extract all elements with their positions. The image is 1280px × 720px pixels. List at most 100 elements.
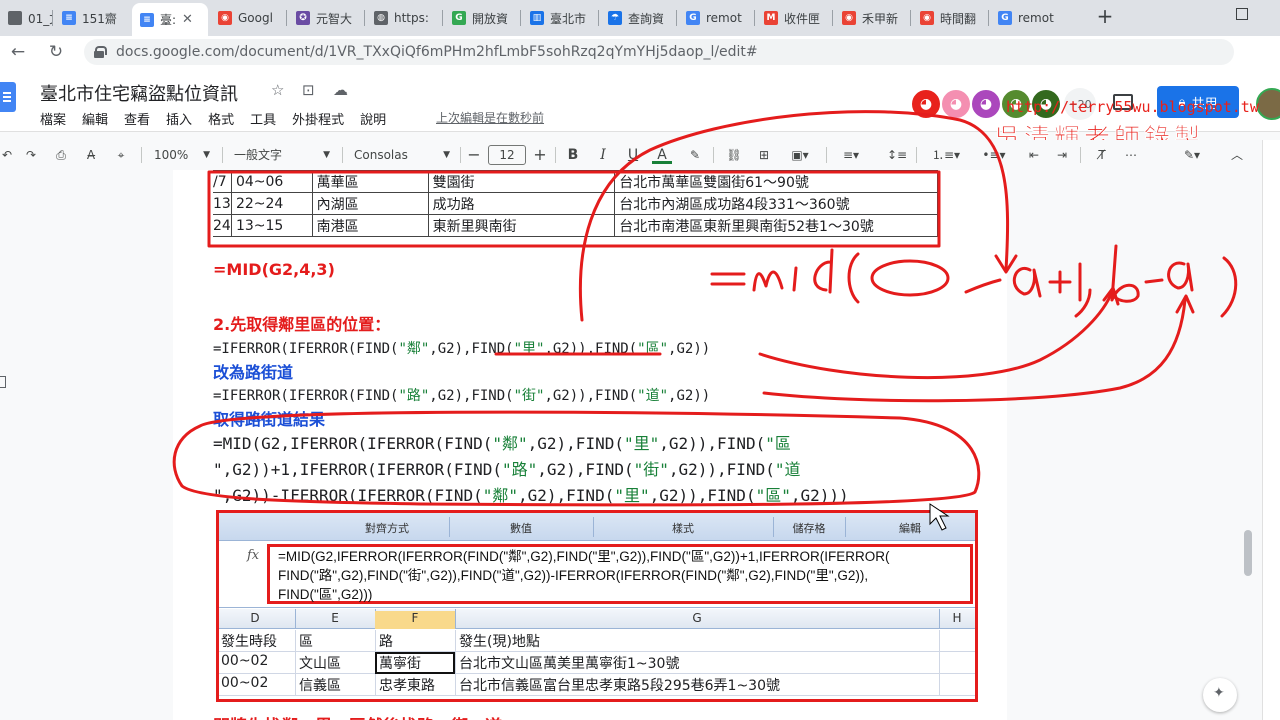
document-title[interactable]: 臺北市住宅竊盜點位資訊 [40, 80, 238, 106]
menu-item[interactable]: 外掛程式 [292, 109, 344, 128]
paragraph-style-select[interactable]: 一般文字 ▼ [230, 144, 334, 166]
browser-tab[interactable]: ◍ https: [366, 4, 442, 32]
tab-label: 禾甲新 [862, 11, 899, 26]
browser-tab[interactable]: 01_文 [0, 4, 52, 32]
align-left-icon[interactable]: ≡▾ [836, 144, 866, 166]
insert-image-icon[interactable]: ▣▾ [784, 144, 816, 166]
move-folder-icon[interactable]: ⊡ [302, 81, 315, 99]
lock-icon [94, 46, 107, 58]
browser-tab[interactable]: Gremot [678, 4, 754, 32]
menu-item[interactable]: 插入 [166, 109, 192, 128]
italic-icon[interactable]: I [594, 144, 612, 166]
ribbon-group-styles: 樣式 [672, 522, 694, 535]
document-page[interactable]: /7 04~06 萬華區 雙園街 台北市萬華區雙園街61～90號 13 22~24 內湖區 成功… [173, 170, 1007, 720]
back-arrow-icon[interactable]: ← [6, 40, 30, 64]
add-comment-icon[interactable]: ⊞ [754, 144, 774, 166]
column-header-h: H [952, 611, 962, 625]
formula-example: =MID(G2,4,3) [213, 260, 335, 279]
insert-link-icon[interactable]: ⛓ [724, 144, 744, 166]
numbered-list-icon[interactable]: ⒈≡▾ [928, 144, 964, 166]
table-row: /7 04~06 萬華區 雙園街 台北市萬華區雙園街61～90號 [213, 170, 938, 193]
menu-item[interactable]: 說明 [360, 109, 386, 128]
tab-favicon-icon: G [686, 11, 700, 25]
chevron-up-icon[interactable]: ︿ [1228, 144, 1246, 166]
cloud-status-icon[interactable]: ☁ [333, 81, 348, 99]
browser-tab[interactable]: ≡ 151齋 [54, 4, 130, 32]
browser-tab[interactable]: ◉ Googl [210, 4, 286, 32]
outline-icon[interactable] [0, 376, 6, 388]
table-cell: 南港區 [311, 214, 429, 237]
menu-item[interactable]: 檔案 [40, 109, 66, 128]
omnibox[interactable]: docs.google.com/document/d/1VR_TXxQiQf6m… [84, 39, 1234, 65]
cell-selection [375, 652, 455, 674]
bold-icon[interactable]: B [564, 144, 582, 166]
menu-item[interactable]: 查看 [124, 109, 150, 128]
address-bar-row: ← ↻ docs.google.com/document/d/1VR_TXxQi… [0, 36, 1280, 68]
url-text: docs.google.com/document/d/1VR_TXxQiQf6m… [116, 44, 758, 60]
browser-tab[interactable]: ▥ 臺北市 [522, 4, 598, 32]
font-size-input[interactable]: 12 [488, 145, 526, 165]
menu-item[interactable]: 編輯 [82, 109, 108, 128]
browser-tab[interactable]: ✪ 元智大 [288, 4, 364, 32]
spellcheck-icon[interactable]: A̶ [80, 144, 102, 166]
tab-favicon-icon: ≡ [140, 12, 154, 27]
tab-favicon-icon: ◉ [920, 11, 934, 25]
vertical-scrollbar[interactable] [1244, 530, 1252, 576]
tab-label: 元智大 [316, 11, 353, 26]
highlight-icon[interactable]: ✎ [686, 144, 704, 166]
excel-ribbon: 對齊方式 數值 樣式 儲存格 編輯 [219, 513, 975, 541]
text-color-icon[interactable]: A [652, 144, 672, 164]
new-tab-button[interactable]: + [1094, 6, 1116, 28]
font-size-increase-icon[interactable]: + [532, 144, 548, 166]
print-icon[interactable]: ⎙ [50, 144, 72, 166]
tab-label: 收件匣 [784, 11, 821, 26]
increase-indent-icon[interactable]: ⇥ [1052, 144, 1072, 166]
tab-close-icon[interactable]: ✕ [182, 12, 193, 27]
reload-icon[interactable]: ↻ [44, 40, 68, 64]
watermark-url: http://terry55wu.blogspot.tw [1006, 98, 1259, 116]
bulleted-list-icon[interactable]: •≡▾ [976, 144, 1012, 166]
browser-tab[interactable]: ≡ 臺: ✕ [132, 3, 208, 36]
column-header-f: F [375, 611, 455, 629]
ribbon-group-cells: 儲存格 [792, 522, 826, 535]
ribbon-group-editing: 編輯 [899, 522, 921, 535]
font-size-decrease-icon[interactable]: − [466, 144, 482, 166]
collaborator-avatar[interactable]: ◕ [970, 88, 1002, 120]
redo-icon[interactable]: ↷ [22, 144, 40, 166]
browser-tab[interactable]: Gremot [990, 4, 1066, 32]
decrease-indent-icon[interactable]: ⇤ [1024, 144, 1044, 166]
editing-mode-icon[interactable]: ✎▾ [1174, 144, 1210, 166]
more-options-icon[interactable]: ⋯ [1120, 144, 1142, 166]
tab-label: Googl [238, 11, 273, 25]
explore-icon[interactable] [1203, 678, 1237, 712]
menu-bar: 檔案 編輯 查看 插入 格式 工具 外掛程式 說明 [40, 109, 402, 128]
browser-tab[interactable]: ◉ 禾甲新 [834, 4, 910, 32]
collaborator-avatar[interactable]: ◕ [940, 88, 972, 120]
browser-tab[interactable]: M 收件匣 [756, 4, 832, 32]
table-cell: 台北市萬華區雙園街61～90號 [614, 170, 938, 193]
table-cell: 台北市內湖區成功路4段331～360號 [614, 192, 938, 215]
docs-logo-icon[interactable] [0, 82, 16, 112]
table-cell: 內湖區 [311, 192, 429, 215]
zoom-select[interactable]: 100% ▼ [150, 144, 214, 166]
table-cell: 萬華區 [311, 170, 429, 193]
browser-tab[interactable]: ☂ 查詢資 [600, 4, 676, 32]
menu-item[interactable]: 格式 [208, 109, 234, 128]
line-spacing-icon[interactable]: ↕≡ [886, 144, 908, 166]
account-avatar[interactable] [1256, 88, 1280, 120]
menu-item[interactable]: 工具 [250, 109, 276, 128]
browser-tab[interactable]: G 開放資 [444, 4, 520, 32]
font-select[interactable]: Consolas ▼ [350, 144, 454, 166]
paint-format-icon[interactable]: ⌖ [110, 144, 132, 166]
road-formula: =IFERROR(IFERROR(FIND("路",G2),FIND("街",G… [213, 388, 711, 404]
clear-formatting-icon[interactable]: T̸ [1092, 144, 1112, 166]
star-icon[interactable]: ☆ [271, 81, 284, 99]
formula-bar: fx =MID(G2,IFERROR(IFERROR(FIND("鄰",G2),… [219, 542, 975, 608]
underline-icon[interactable]: U [624, 144, 642, 166]
window-restore-icon[interactable] [1236, 8, 1248, 20]
collaborator-avatar[interactable]: ◕ [910, 88, 942, 120]
tab-label: 時間翻 [940, 11, 977, 26]
browser-tab[interactable]: ◉ 時間翻 [912, 4, 988, 32]
undo-icon[interactable]: ↶ [0, 144, 14, 166]
last-edit-link[interactable]: 上次編輯是在數秒前 [436, 109, 544, 126]
